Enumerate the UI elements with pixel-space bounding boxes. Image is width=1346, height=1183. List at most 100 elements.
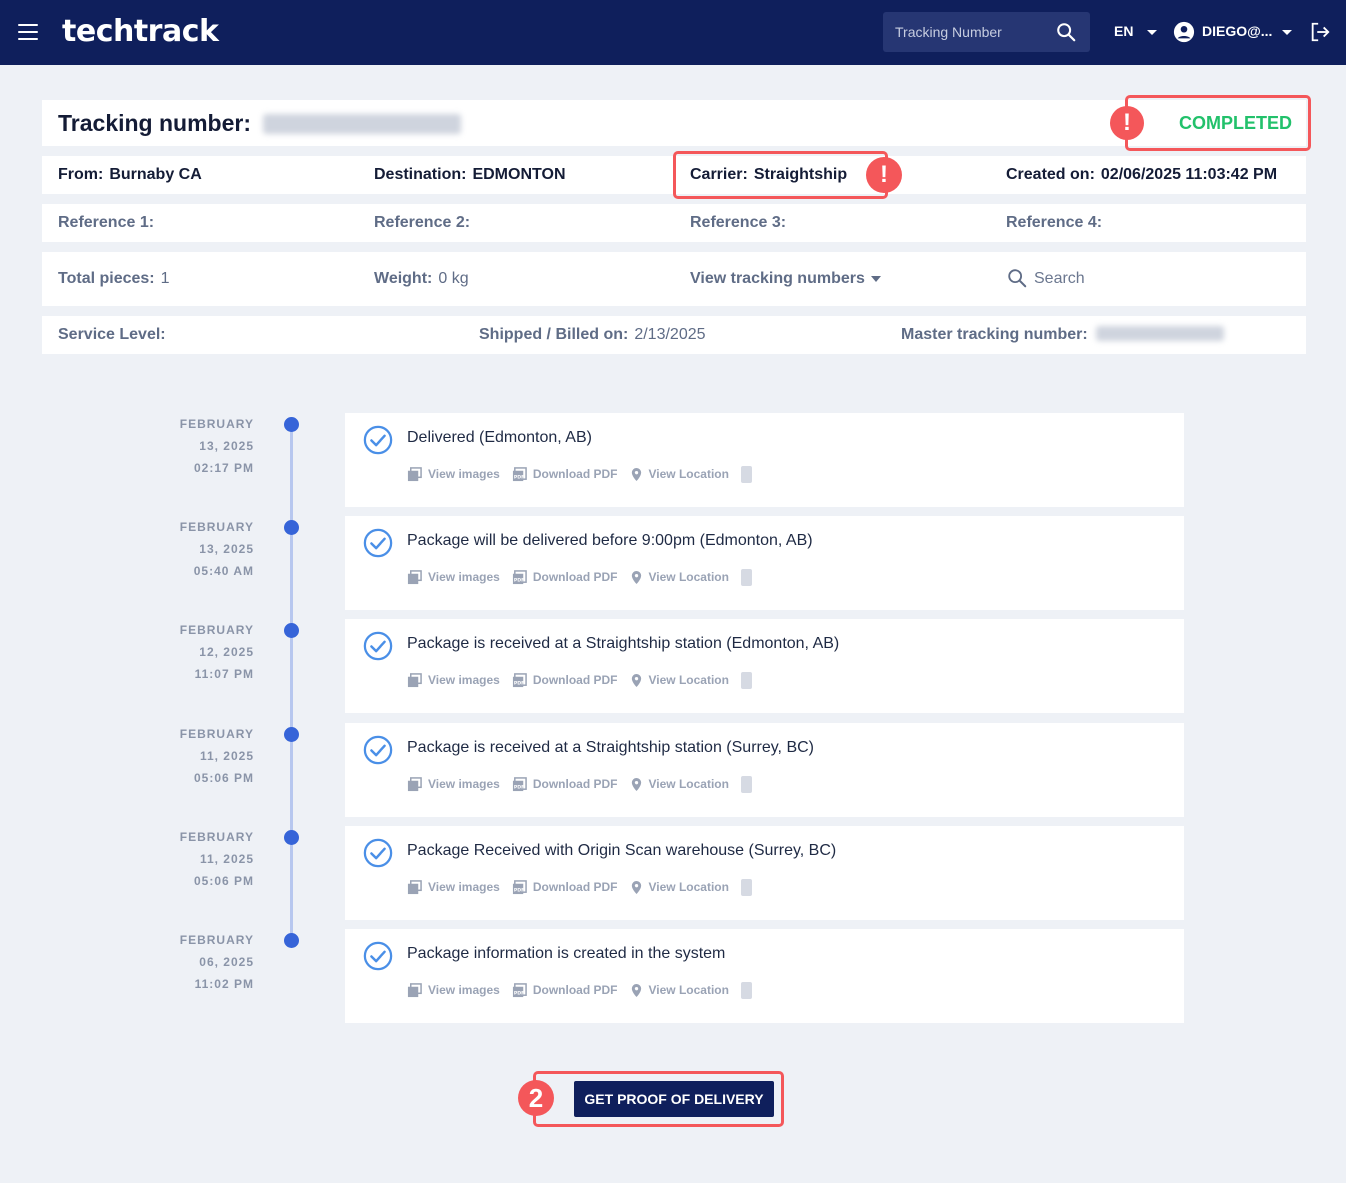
- check-circle-icon: [363, 631, 393, 661]
- svg-text:PDF: PDF: [514, 474, 525, 480]
- service-level-field: Service Level:: [58, 326, 166, 343]
- get-proof-of-delivery-button[interactable]: GET PROOF OF DELIVERY: [574, 1081, 774, 1117]
- view-images-link[interactable]: View images: [407, 776, 500, 792]
- destination-field: Destination: EDMONTON: [374, 166, 566, 183]
- view-location-link[interactable]: View Location: [630, 983, 729, 998]
- view-tracking-numbers-dropdown[interactable]: View tracking numbers: [690, 270, 865, 288]
- shipped-field: Shipped / Billed on: 2/13/2025: [479, 326, 706, 343]
- event-title: Package is received at a Straightship st…: [407, 635, 840, 652]
- image-icon: [407, 466, 428, 482]
- pdf-icon: PDF: [512, 569, 533, 585]
- download-pdf-link[interactable]: PDF Download PDF: [512, 982, 618, 998]
- event-month: FEBRUARY: [179, 623, 254, 637]
- svg-text:PDF: PDF: [514, 680, 525, 686]
- chevron-down-icon[interactable]: [1282, 30, 1292, 35]
- view-location-label: View Location: [648, 983, 729, 997]
- event-date: FEBRUARY 11, 2025 05:06 PM: [150, 723, 254, 789]
- timeline-dot: [284, 830, 299, 845]
- event-day: 13, 2025: [199, 439, 254, 453]
- location-pin-icon: [630, 467, 649, 482]
- view-location-link[interactable]: View Location: [630, 673, 729, 688]
- menu-icon[interactable]: [18, 24, 38, 40]
- status-callout: [1125, 95, 1311, 151]
- pdf-icon: PDF: [512, 672, 533, 688]
- created-field: Created on: 02/06/2025 11:03:42 PM: [1006, 166, 1278, 183]
- weight-value: 0 kg: [438, 270, 469, 287]
- weight-field: Weight: 0 kg: [374, 270, 469, 287]
- tracking-label: Tracking number:: [58, 110, 251, 136]
- event-day: 11, 2025: [199, 749, 254, 763]
- user-menu[interactable]: DIEGO@...: [1202, 23, 1272, 39]
- view-location-link[interactable]: View Location: [630, 777, 729, 792]
- brand-logo[interactable]: techtrack: [62, 14, 219, 49]
- image-icon: [407, 879, 428, 895]
- view-images-link[interactable]: View images: [407, 466, 500, 482]
- user-circle-icon[interactable]: [1173, 21, 1195, 43]
- view-images-label: View images: [428, 777, 500, 791]
- download-pdf-label: Download PDF: [532, 880, 618, 894]
- view-location-link[interactable]: View Location: [630, 467, 729, 482]
- top-navbar: techtrack EN DIEGO@...: [0, 0, 1346, 65]
- view-images-link[interactable]: View images: [407, 982, 500, 998]
- more-toggle[interactable]: [740, 568, 752, 586]
- image-icon: [407, 776, 428, 792]
- search-icon[interactable]: [1055, 21, 1077, 43]
- check-circle-icon: [363, 838, 393, 868]
- view-images-label: View images: [428, 673, 500, 687]
- view-images-link[interactable]: View images: [407, 569, 500, 585]
- download-pdf-label: Download PDF: [532, 673, 618, 687]
- logout-icon[interactable]: [1308, 21, 1332, 43]
- timeline-dot: [284, 520, 299, 535]
- view-location-label: View Location: [648, 880, 729, 894]
- download-pdf-link[interactable]: PDF Download PDF: [512, 569, 618, 585]
- chevron-down-icon[interactable]: [1147, 30, 1157, 35]
- location-pin-icon: [630, 983, 649, 998]
- search-icon: [1008, 269, 1027, 288]
- svg-text:PDF: PDF: [514, 784, 525, 790]
- language-selector[interactable]: EN: [1114, 23, 1133, 39]
- more-toggle[interactable]: [740, 465, 752, 483]
- more-toggle[interactable]: [740, 775, 752, 793]
- event-card: Package is received at a Straightship st…: [345, 723, 1184, 817]
- download-pdf-label: Download PDF: [532, 983, 618, 997]
- event-date: FEBRUARY 11, 2025 05:06 PM: [150, 826, 254, 892]
- view-location-label: View Location: [648, 467, 729, 481]
- timeline-line: [290, 424, 293, 940]
- references-row: Reference 1: Reference 2: Reference 3: R…: [42, 204, 1306, 242]
- more-toggle[interactable]: [740, 981, 752, 999]
- reference-4: Reference 4:: [1006, 214, 1103, 231]
- event-month: FEBRUARY: [179, 830, 254, 844]
- tracking-number-redacted: [263, 114, 462, 134]
- alert-icon: !: [1110, 106, 1144, 140]
- timeline-dot: [284, 933, 299, 948]
- chevron-down-icon[interactable]: [871, 276, 881, 282]
- event-time: 11:02 PM: [194, 977, 254, 991]
- svg-text:PDF: PDF: [514, 990, 525, 996]
- master-tracking-redacted: [1095, 326, 1224, 341]
- more-toggle[interactable]: [740, 878, 752, 896]
- shipped-value: 2/13/2025: [634, 326, 706, 343]
- download-pdf-label: Download PDF: [532, 570, 618, 584]
- view-location-label: View Location: [648, 777, 729, 791]
- event-time: 05:40 AM: [193, 564, 254, 578]
- reference-2: Reference 2:: [374, 214, 471, 231]
- view-images-link[interactable]: View images: [407, 879, 500, 895]
- check-circle-icon: [363, 425, 393, 455]
- from-field: From: Burnaby CA: [58, 166, 202, 183]
- download-pdf-link[interactable]: PDF Download PDF: [512, 879, 618, 895]
- more-toggle[interactable]: [740, 671, 752, 689]
- download-pdf-link[interactable]: PDF Download PDF: [512, 672, 618, 688]
- event-title: Package information is created in the sy…: [407, 945, 726, 962]
- view-location-link[interactable]: View Location: [630, 570, 729, 585]
- download-pdf-link[interactable]: PDF Download PDF: [512, 466, 618, 482]
- pieces-search-input[interactable]: [1034, 267, 1134, 291]
- view-images-link[interactable]: View images: [407, 672, 500, 688]
- view-location-link[interactable]: View Location: [630, 880, 729, 895]
- download-pdf-label: Download PDF: [532, 777, 618, 791]
- event-title: Package will be delivered before 9:00pm …: [407, 532, 813, 549]
- check-circle-icon: [363, 735, 393, 765]
- event-month: FEBRUARY: [179, 727, 254, 741]
- tracking-search-input[interactable]: [883, 12, 1053, 52]
- download-pdf-link[interactable]: PDF Download PDF: [512, 776, 618, 792]
- event-date: FEBRUARY 12, 2025 11:07 PM: [150, 619, 254, 685]
